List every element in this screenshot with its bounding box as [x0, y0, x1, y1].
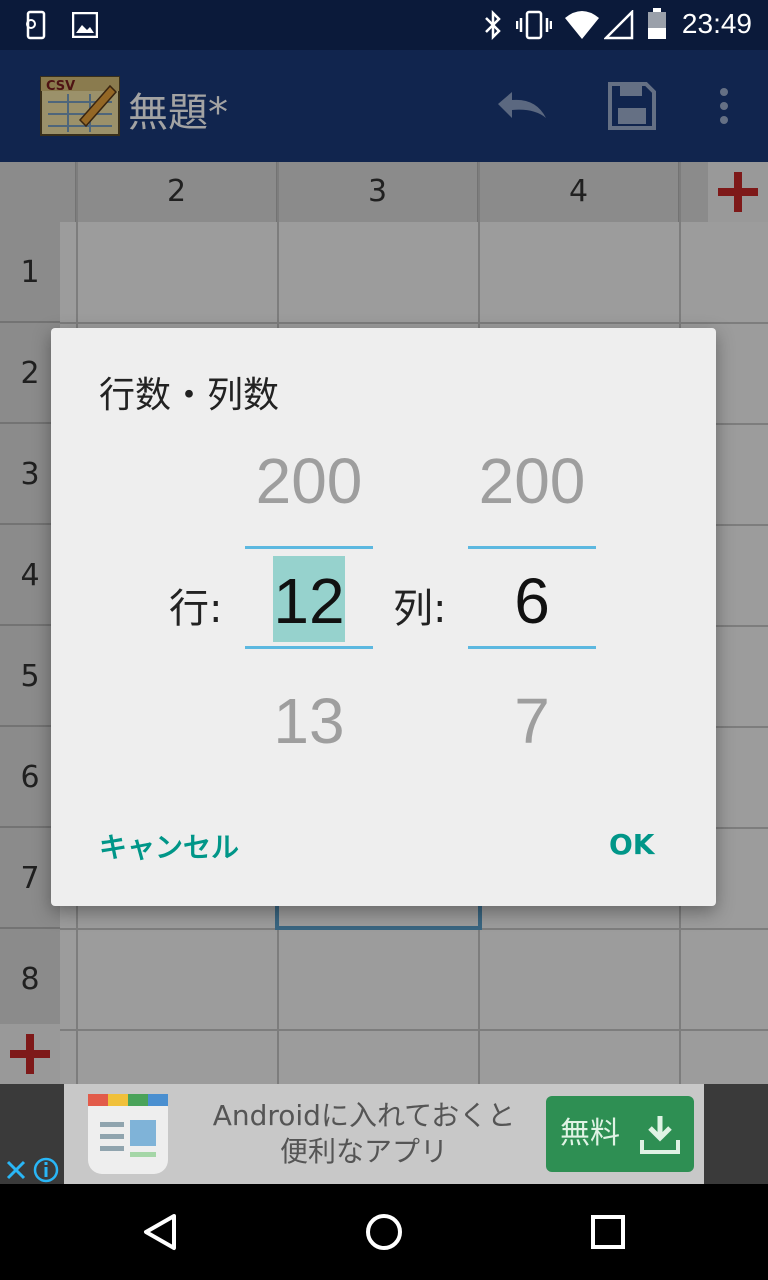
ad-text: Androidに入れておくと 便利なアプリ: [184, 1098, 544, 1170]
dialog-title: 行数・列数: [99, 375, 280, 416]
column-picker-divider-top: [468, 546, 596, 549]
device-search-icon: [26, 10, 46, 40]
home-icon[interactable]: [364, 1212, 404, 1252]
column-picker-current-value[interactable]: 6: [468, 564, 596, 638]
wifi-icon: [565, 11, 599, 39]
row-picker-prev-value[interactable]: 200: [245, 444, 373, 518]
vibrate-icon: [516, 10, 552, 40]
download-icon: [640, 1116, 680, 1154]
ad-free-button[interactable]: 無料: [546, 1096, 694, 1172]
row-picker-divider-top: [245, 546, 373, 549]
ad-button-label: 無料: [560, 1116, 620, 1151]
back-icon[interactable]: [140, 1212, 180, 1252]
ok-button[interactable]: OK: [609, 828, 655, 861]
ad-content[interactable]: Androidに入れておくと 便利なアプリ 無料: [64, 1084, 704, 1184]
navigation-bar: [0, 1184, 768, 1280]
column-picker-next-value[interactable]: 7: [468, 684, 596, 758]
ad-line-2: 便利なアプリ: [279, 1135, 448, 1168]
clock: 23:49: [681, 8, 752, 39]
ad-banner[interactable]: Androidに入れておくと 便利なアプリ 無料: [0, 1084, 768, 1184]
column-picker-divider-bottom: [468, 646, 596, 649]
app-store-icon: [88, 1094, 168, 1174]
row-label: 行:: [169, 586, 223, 632]
column-picker-prev-value[interactable]: 200: [468, 444, 596, 518]
row-picker-divider-bottom: [245, 646, 373, 649]
recents-icon[interactable]: [590, 1214, 626, 1250]
cell-signal-icon: [604, 10, 634, 40]
ad-close-icon[interactable]: [2, 1156, 30, 1184]
ad-info-icon[interactable]: [32, 1156, 60, 1184]
bluetooth-icon: [485, 10, 501, 40]
battery-icon: [648, 8, 666, 39]
image-icon: [72, 12, 98, 38]
cancel-button[interactable]: キャンセル: [99, 826, 239, 866]
status-bar: 23:49: [0, 0, 768, 50]
row-picker-next-value[interactable]: 13: [245, 684, 373, 758]
row-picker-current-value[interactable]: 12: [245, 564, 373, 638]
ad-line-1: Androidに入れておくと: [212, 1099, 516, 1132]
rows-columns-dialog: 行数・列数 200 12 13 行: 200 6 7 列: キャンセル OK: [51, 328, 716, 906]
column-label: 列:: [393, 586, 447, 632]
